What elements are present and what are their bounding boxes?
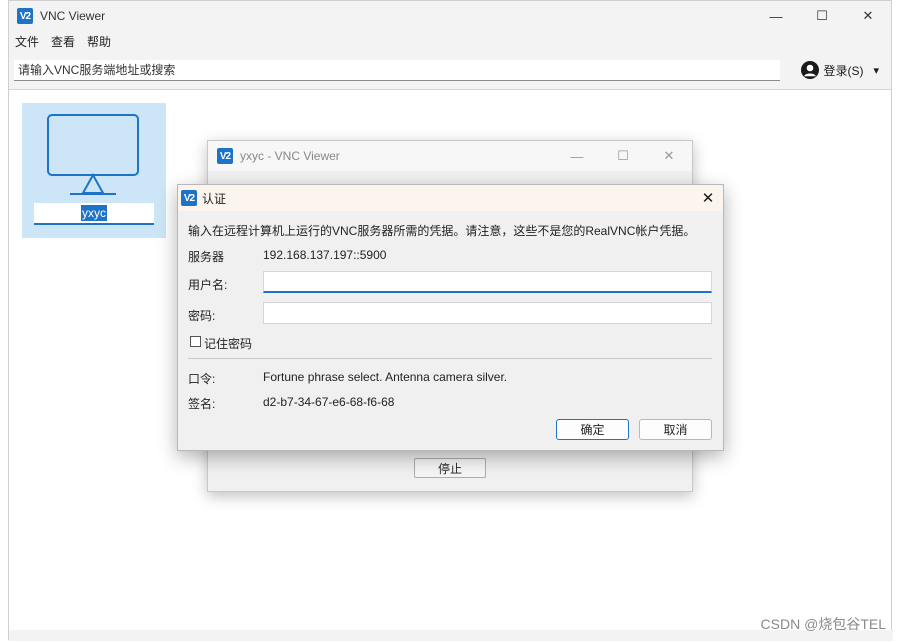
window-title: VNC Viewer — [40, 9, 106, 23]
signin-button[interactable]: 登录(S) ▾ — [801, 61, 879, 79]
auth-title: 认证 — [202, 191, 227, 206]
catchphrase-value: Fortune phrase select. Antenna camera si… — [263, 370, 508, 384]
cancel-button[interactable]: 取消 — [639, 419, 712, 440]
password-field[interactable] — [263, 302, 712, 324]
menu-view[interactable]: 查看 — [51, 33, 75, 50]
watermark: CSDN @烧包谷TEL — [760, 616, 886, 632]
connection-title: yxyc - VNC Viewer — [240, 149, 340, 163]
remember-label[interactable]: 记住密码 — [204, 335, 252, 352]
password-label: 密码: — [188, 309, 216, 323]
divider — [188, 358, 712, 359]
close-button[interactable]: ✕ — [646, 141, 692, 171]
close-button[interactable]: ✕ — [693, 185, 723, 211]
menu-file[interactable]: 文件 — [15, 33, 39, 50]
signature-value: d2-b7-34-67-e6-68-f6-68 — [263, 395, 395, 409]
menu-help[interactable]: 帮助 — [87, 33, 111, 50]
search-input[interactable] — [14, 60, 780, 81]
toolbar: 登录(S) ▾ — [9, 51, 891, 90]
entry-name: yxyc — [81, 205, 107, 221]
monitor-icon — [47, 114, 139, 195]
minimize-button[interactable]: — — [554, 141, 600, 171]
username-label: 用户名: — [188, 278, 228, 292]
signature-label: 签名: — [188, 397, 216, 411]
close-button[interactable]: ✕ — [845, 1, 891, 31]
main-titlebar[interactable]: V2 VNC Viewer — ☐ ✕ — [9, 1, 891, 31]
auth-titlebar[interactable]: V2 认证 ✕ — [178, 185, 723, 211]
catchphrase-label: 口令: — [188, 372, 216, 386]
username-field[interactable] — [263, 271, 712, 293]
auth-message: 输入在远程计算机上运行的VNC服务器所需的凭据。请注意，这些不是您的RealVN… — [188, 224, 696, 238]
connection-titlebar[interactable]: V2 yxyc - VNC Viewer — ☐ ✕ — [208, 141, 692, 171]
chevron-down-icon[interactable]: ▾ — [873, 64, 879, 77]
server-value: 192.168.137.197::5900 — [263, 248, 387, 262]
auth-dialog: V2 认证 ✕ 输入在远程计算机上运行的VNC服务器所需的凭据。请注意，这些不是… — [177, 184, 724, 451]
remember-checkbox[interactable] — [190, 336, 201, 347]
signin-label: 登录(S) — [823, 63, 864, 78]
maximize-button[interactable]: ☐ — [799, 1, 845, 31]
vnc-logo-icon: V2 — [181, 190, 197, 206]
maximize-button[interactable]: ☐ — [600, 141, 646, 171]
minimize-button[interactable]: — — [753, 1, 799, 31]
entry-name-editor[interactable]: yxyc — [34, 203, 154, 225]
server-label: 服务器 — [188, 250, 225, 264]
stop-button[interactable]: 停止 — [414, 458, 486, 478]
menubar: 文件 查看 帮助 — [9, 31, 891, 51]
vnc-logo-icon: V2 — [217, 148, 233, 164]
person-icon — [801, 61, 820, 79]
ok-button[interactable]: 确定 — [556, 419, 629, 440]
vnc-logo-icon: V2 — [17, 8, 33, 24]
address-book-entry[interactable]: yxyc — [22, 103, 166, 238]
